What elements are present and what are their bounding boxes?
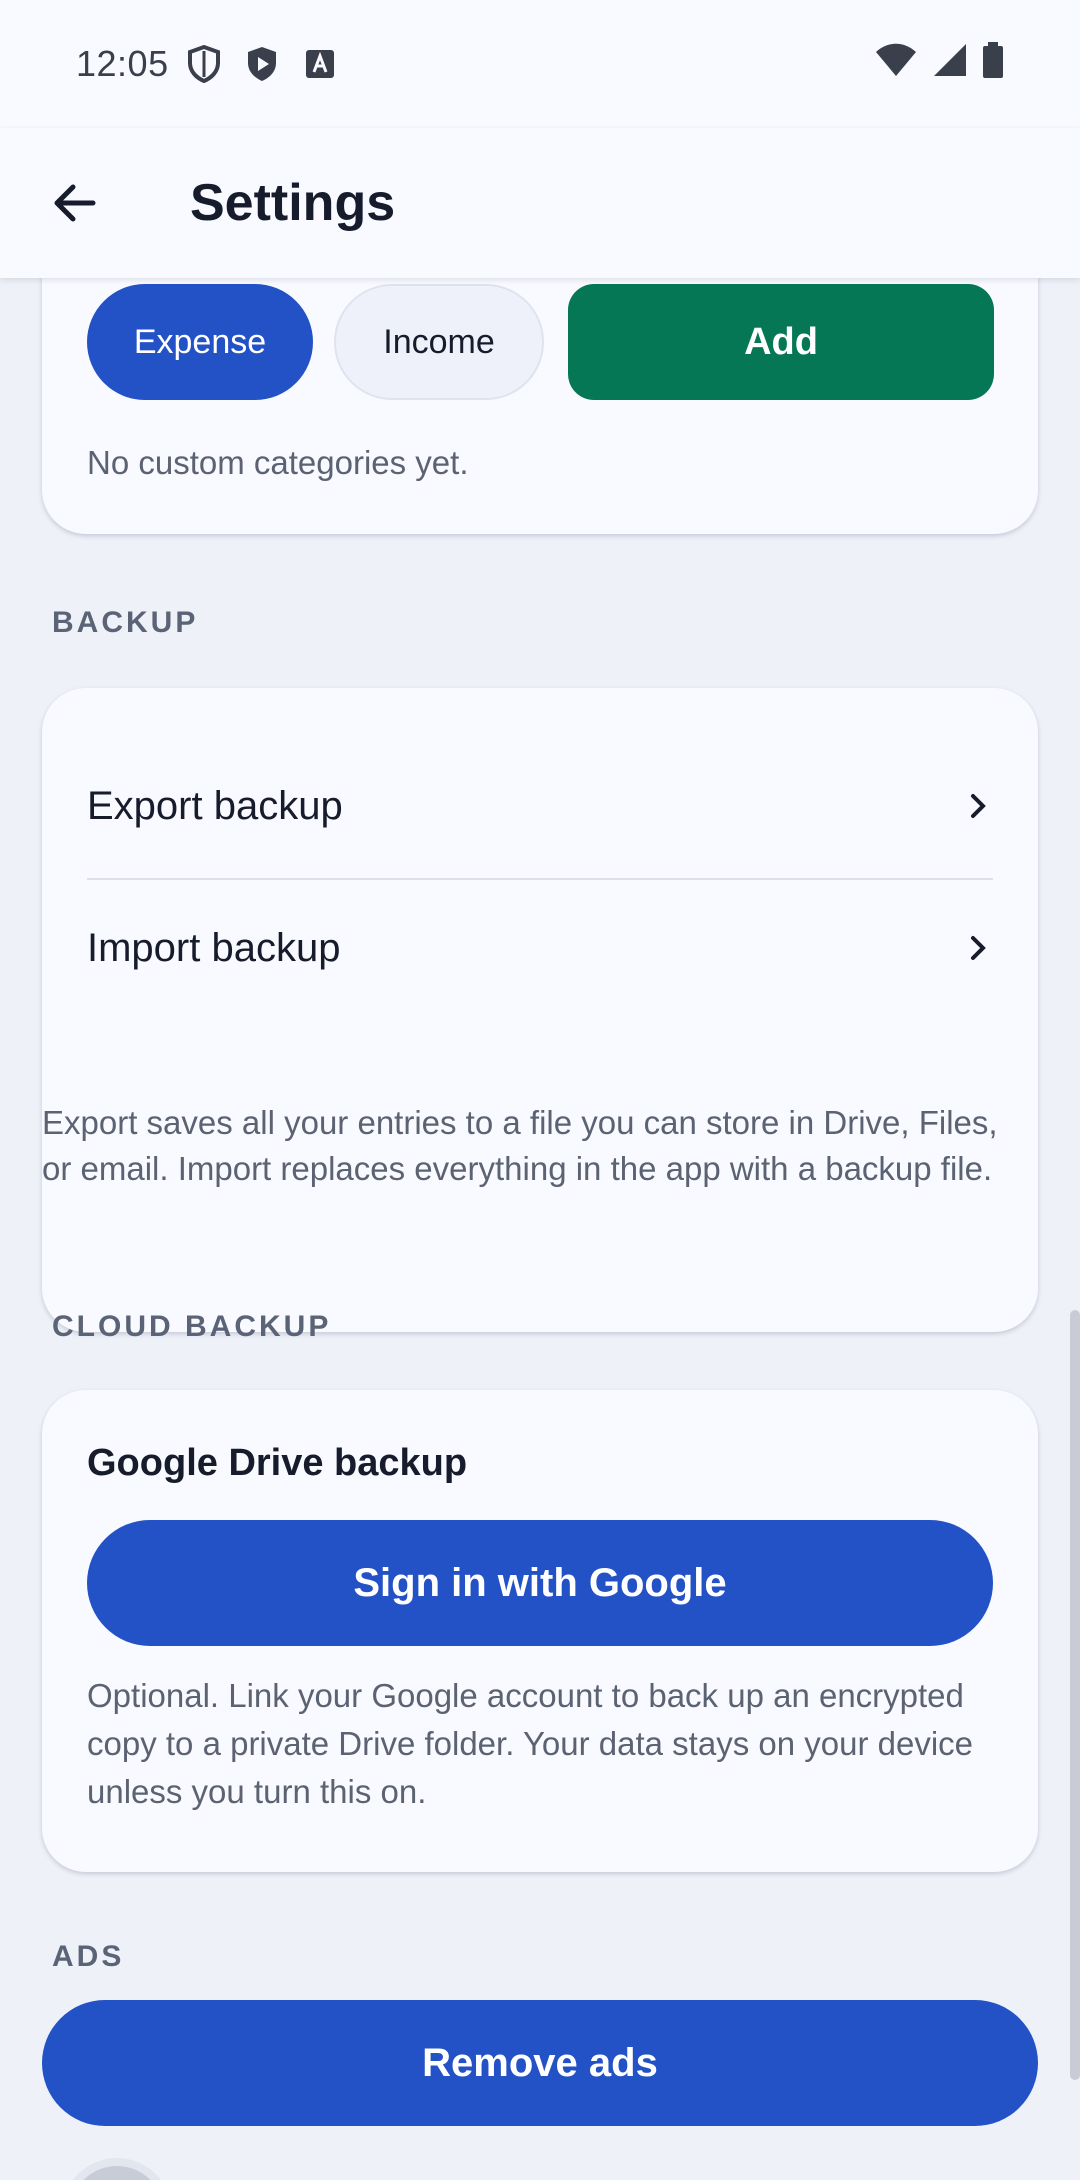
chevron-right-icon: [963, 791, 993, 821]
export-backup-label: Export backup: [87, 783, 343, 828]
remove-ads-button[interactable]: Remove ads: [42, 2000, 1038, 2126]
font-a-icon: [299, 43, 341, 85]
categories-empty-text: No custom categories yet.: [87, 444, 469, 481]
export-backup-row[interactable]: Export backup: [87, 736, 993, 876]
section-label-backup: BACKUP: [52, 606, 199, 639]
cloud-backup-card: Google Drive backup Sign in with Google …: [42, 1390, 1038, 1872]
battery-icon: [982, 41, 1004, 87]
backup-rows: Export backup Import backup: [42, 688, 1038, 1332]
import-backup-row[interactable]: Import backup: [87, 878, 993, 1018]
page-title: Settings: [190, 174, 396, 232]
add-category-button[interactable]: Add: [568, 284, 994, 400]
categories-card: Expense Income Add No custom categories …: [42, 278, 1038, 534]
back-button[interactable]: [20, 148, 130, 258]
chevron-right-icon: [963, 933, 993, 963]
signal-icon: [932, 42, 968, 87]
import-backup-label: Import backup: [87, 925, 341, 970]
backup-help-text: Export saves all your entries to a file …: [42, 1104, 998, 1187]
arrow-back-icon: [54, 184, 96, 222]
chip-income[interactable]: Income: [334, 284, 544, 400]
status-bar: 12:05: [0, 0, 1080, 128]
wifi-icon: [874, 42, 918, 87]
settings-content[interactable]: Expense Income Add No custom categories …: [0, 278, 1080, 2180]
avatar: [62, 2158, 172, 2180]
chip-expense[interactable]: Expense: [87, 284, 313, 400]
section-label-cloud-backup: CLOUD BACKUP: [52, 1310, 332, 1343]
sign-in-google-button[interactable]: Sign in with Google: [87, 1520, 993, 1646]
google-drive-backup-title: Google Drive backup: [87, 1442, 468, 1484]
cloud-backup-note: Optional. Link your Google account to ba…: [87, 1677, 974, 1810]
shield-play-icon: [241, 43, 283, 85]
status-right-icons: [874, 41, 1004, 87]
scrollbar[interactable]: [1070, 1310, 1080, 2080]
shield-outline-icon: [183, 43, 225, 85]
status-time: 12:05: [76, 43, 169, 84]
section-label-ads: ADS: [52, 1940, 125, 1973]
app-bar: Settings: [0, 128, 1080, 278]
